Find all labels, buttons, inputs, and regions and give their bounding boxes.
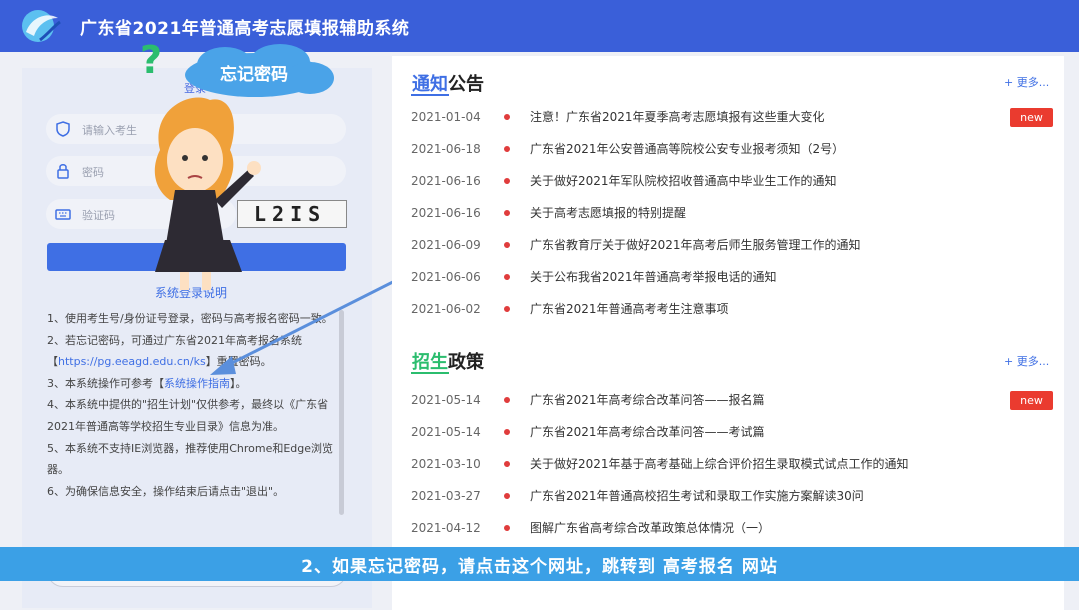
list-item-title[interactable]: 注意！广东省2021年夏季高考志愿填报有这些重大变化 (530, 101, 825, 133)
list-item-date: 2021-03-27 (411, 489, 481, 503)
new-badge: new (1010, 108, 1053, 127)
password-placeholder: 密码 (82, 166, 104, 179)
keyboard-icon (55, 209, 71, 220)
bullet-dot-icon (504, 493, 510, 499)
notice-more-link[interactable]: + 更多... (1004, 74, 1049, 90)
bubble-text: 忘记密码 (220, 65, 288, 85)
list-item-title[interactable]: 广东省2021年普通高校招生考试和录取工作实施方案解读30问 (530, 480, 864, 512)
content-panel: 通知公告 + 更多... 2021-01-04 注意！广东省2021年夏季高考志愿… (392, 56, 1064, 610)
video-subtitle: 2、如果忘记密码，请点击这个网址，跳转到 高考报名 网站 (301, 557, 778, 577)
bullet-dot-icon (504, 525, 510, 531)
list-item-date: 2021-06-16 (411, 174, 481, 188)
list-item-title[interactable]: 关于高考志愿填报的特别提醒 (530, 197, 686, 229)
list-item-title[interactable]: 关于做好2021年军队院校招收普通高中毕业生工作的通知 (530, 165, 837, 197)
bullet-dot-icon (504, 114, 510, 120)
username-placeholder: 请输入考生 (82, 124, 137, 137)
instruction-item: 5、本系统不支持IE浏览器，推荐使用Chrome和Edge浏览器。 (47, 441, 334, 477)
bullet-dot-icon (504, 242, 510, 248)
instruction-item: 1、使用考生号/身份证号登录，密码与高考报名密码一致。 (47, 312, 333, 325)
app-title: 广东省2021年普通高考志愿填报辅助系统 (80, 19, 410, 39)
instruction-item: 2、若忘记密码，可通过广东省2021年高考报名系统【https://pg.eea… (47, 333, 302, 369)
instruction-item: 6、为确保信息安全，操作结束后请点击"退出"。 (47, 484, 285, 498)
instruction-item: 4、本系统中提供的"招生计划"仅供参考，最终以《广东省2021年普通高等学校招生… (47, 398, 329, 433)
policy-more-link[interactable]: + 更多... (1004, 353, 1049, 369)
notice-section-title: 通知公告 (412, 74, 484, 95)
shield-icon (56, 121, 70, 137)
list-item-title[interactable]: 关于公布我省2021年普通高考举报电话的通知 (530, 261, 777, 293)
list-item-title[interactable]: 图解广东省高考综合改革政策总体情况（一） (530, 512, 770, 544)
list-item[interactable]: 2021-06-09 广东省教育厅关于做好2021年高考后师生服务管理工作的通知 (392, 229, 1064, 261)
instructions-scrollbar[interactable] (339, 310, 344, 515)
app-logo-icon (22, 10, 61, 42)
list-item-date: 2021-04-12 (411, 521, 481, 535)
list-item-date: 2021-03-10 (411, 457, 481, 471)
list-item-title[interactable]: 广东省2021年普通高考考生注意事项 (530, 293, 729, 325)
list-item[interactable]: 2021-06-02 广东省2021年普通高考考生注意事项 (392, 293, 1064, 325)
list-item[interactable]: 2021-06-18 广东省2021年公安普通高等院校公安专业报考须知（2号） (392, 133, 1064, 165)
list-item-date: 2021-06-09 (411, 238, 481, 252)
bullet-dot-icon (504, 306, 510, 312)
bullet-dot-icon (504, 429, 510, 435)
new-badge: new (1010, 391, 1053, 410)
list-item[interactable]: 2021-05-14 广东省2021年高考综合改革问答——报名篇 new (392, 384, 1064, 416)
video-subtitle-bar: 2、如果忘记密码，请点击这个网址，跳转到 高考报名 网站 (0, 547, 1079, 581)
bullet-dot-icon (504, 146, 510, 152)
instruction-item: 3、本系统操作可参考【系统操作指南】。 (47, 376, 247, 390)
list-item-date: 2021-06-02 (411, 302, 481, 316)
lock-icon (57, 164, 69, 179)
list-item-date: 2021-06-16 (411, 206, 481, 220)
question-mark-icon: ? (140, 38, 163, 82)
list-item[interactable]: 2021-06-16 关于做好2021年军队院校招收普通高中毕业生工作的通知 (392, 165, 1064, 197)
notice-title-underline (411, 94, 449, 96)
captcha-placeholder: 验证码 (82, 209, 115, 222)
list-item[interactable]: 2021-05-14 广东省2021年高考综合改革问答——考试篇 (392, 416, 1064, 448)
list-item-title[interactable]: 广东省2021年高考综合改革问答——报名篇 (530, 384, 765, 416)
list-item[interactable]: 2021-04-12 图解广东省高考综合改革政策总体情况（一） (392, 512, 1064, 544)
list-item[interactable]: 2021-01-04 注意！广东省2021年夏季高考志愿填报有这些重大变化 new (392, 101, 1064, 133)
list-item-date: 2021-06-06 (411, 270, 481, 284)
list-item-title[interactable]: 关于做好2021年基于高考基础上综合评价招生录取模式试点工作的通知 (530, 448, 909, 480)
list-item-title[interactable]: 广东省2021年公安普通高等院校公安专业报考须知（2号） (530, 133, 844, 165)
operation-guide-link[interactable]: 系统操作指南 (164, 377, 230, 390)
list-item-date: 2021-05-14 (411, 425, 481, 439)
list-item[interactable]: 2021-06-06 关于公布我省2021年普通高考举报电话的通知 (392, 261, 1064, 293)
bullet-dot-icon (504, 397, 510, 403)
list-item-date: 2021-01-04 (411, 110, 481, 124)
bullet-dot-icon (504, 178, 510, 184)
bullet-dot-icon (504, 210, 510, 216)
bullet-dot-icon (504, 274, 510, 280)
policy-section-title: 招生政策 (412, 352, 484, 373)
list-item-date: 2021-06-18 (411, 142, 481, 156)
list-item-title[interactable]: 广东省教育厅关于做好2021年高考后师生服务管理工作的通知 (530, 229, 861, 261)
list-item-date: 2021-05-14 (411, 393, 481, 407)
list-item-title[interactable]: 广东省2021年高考综合改革问答——考试篇 (530, 416, 765, 448)
list-item[interactable]: 2021-03-27 广东省2021年普通高校招生考试和录取工作实施方案解读30问 (392, 480, 1064, 512)
list-item[interactable]: 2021-03-10 关于做好2021年基于高考基础上综合评价招生录取模式试点工作… (392, 448, 1064, 480)
policy-title-underline (411, 372, 449, 374)
bullet-dot-icon (504, 461, 510, 467)
list-item[interactable]: 2021-06-16 关于高考志愿填报的特别提醒 (392, 197, 1064, 229)
login-instructions: 1、使用考生号/身份证号登录，密码与高考报名密码一致。 2、若忘记密码，可通过广… (47, 308, 337, 548)
reset-password-link[interactable]: https://pg.eeagd.edu.cn/ks (58, 355, 206, 368)
